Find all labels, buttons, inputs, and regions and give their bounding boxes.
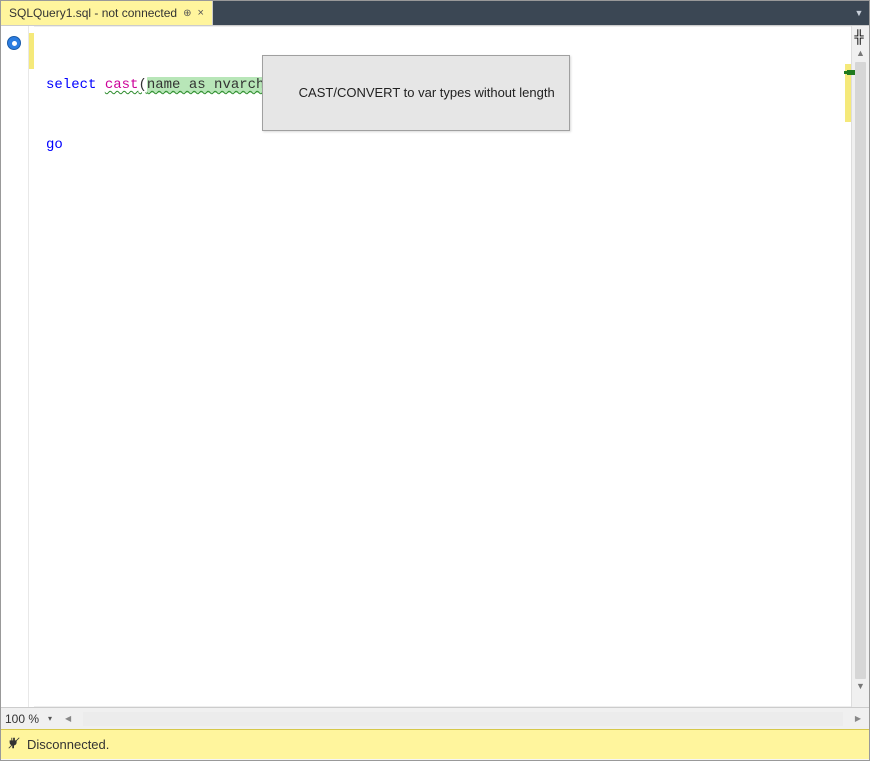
zoom-level: 100 % [5,712,39,726]
tab-bar: SQLQuery1.sql - not connected ⊕ × ▼ [1,1,869,26]
vertical-scrollbar[interactable]: ▲ ▼ [851,26,869,707]
chevron-down-icon: ▼ [855,8,864,18]
close-icon[interactable]: × [197,7,203,19]
plug-svg [7,736,21,750]
scroll-up-button[interactable]: ▲ [852,46,869,60]
code-analysis-tooltip: CAST/CONVERT to var types without length [262,55,570,131]
hscroll-left-button[interactable]: ◀ [61,712,75,726]
tab-menu-button[interactable]: ▼ [849,1,869,25]
editor: ╬ select cast(name as nvarchar) from sys… [1,26,869,707]
split-icon: ╬ [854,29,863,44]
status-bar: Disconnected. [1,729,869,759]
paren-open: ( [138,77,146,93]
tooltip-text: CAST/CONVERT to var types without length [299,85,555,100]
code-line-2: go [46,135,839,155]
tab-bar-spacer [213,1,849,25]
chevron-down-icon: ▾ [48,714,52,723]
scroll-thumb[interactable] [855,62,866,679]
zoom-dropdown[interactable]: ▾ [43,712,57,726]
chevron-up-icon: ▲ [856,48,865,58]
horizontal-scrollbar[interactable] [83,712,843,726]
scroll-down-button[interactable]: ▼ [852,679,869,693]
status-text: Disconnected. [27,737,109,752]
tab-title: SQLQuery1.sql - not connected [9,6,177,20]
gutter-info-marker[interactable] [7,36,21,50]
document-tab[interactable]: SQLQuery1.sql - not connected ⊕ × [1,1,213,25]
zoom-toolbar: 100 % ▾ ◀ ▶ [1,707,869,729]
chevron-left-icon: ◀ [65,714,71,723]
split-view-button[interactable]: ╬ [851,28,867,44]
gutter [1,26,29,707]
hscroll-right-button[interactable]: ▶ [851,712,865,726]
minimap-caret-marker [847,70,855,75]
keyword-select: select [46,77,96,93]
pin-icon[interactable]: ⊕ [183,8,191,19]
code-editor[interactable]: select cast(name as nvarchar) from sys.c… [34,26,851,707]
chevron-right-icon: ▶ [855,714,861,723]
chevron-down-icon: ▼ [856,681,865,691]
connection-icon [7,736,21,753]
function-cast: cast [105,77,139,93]
